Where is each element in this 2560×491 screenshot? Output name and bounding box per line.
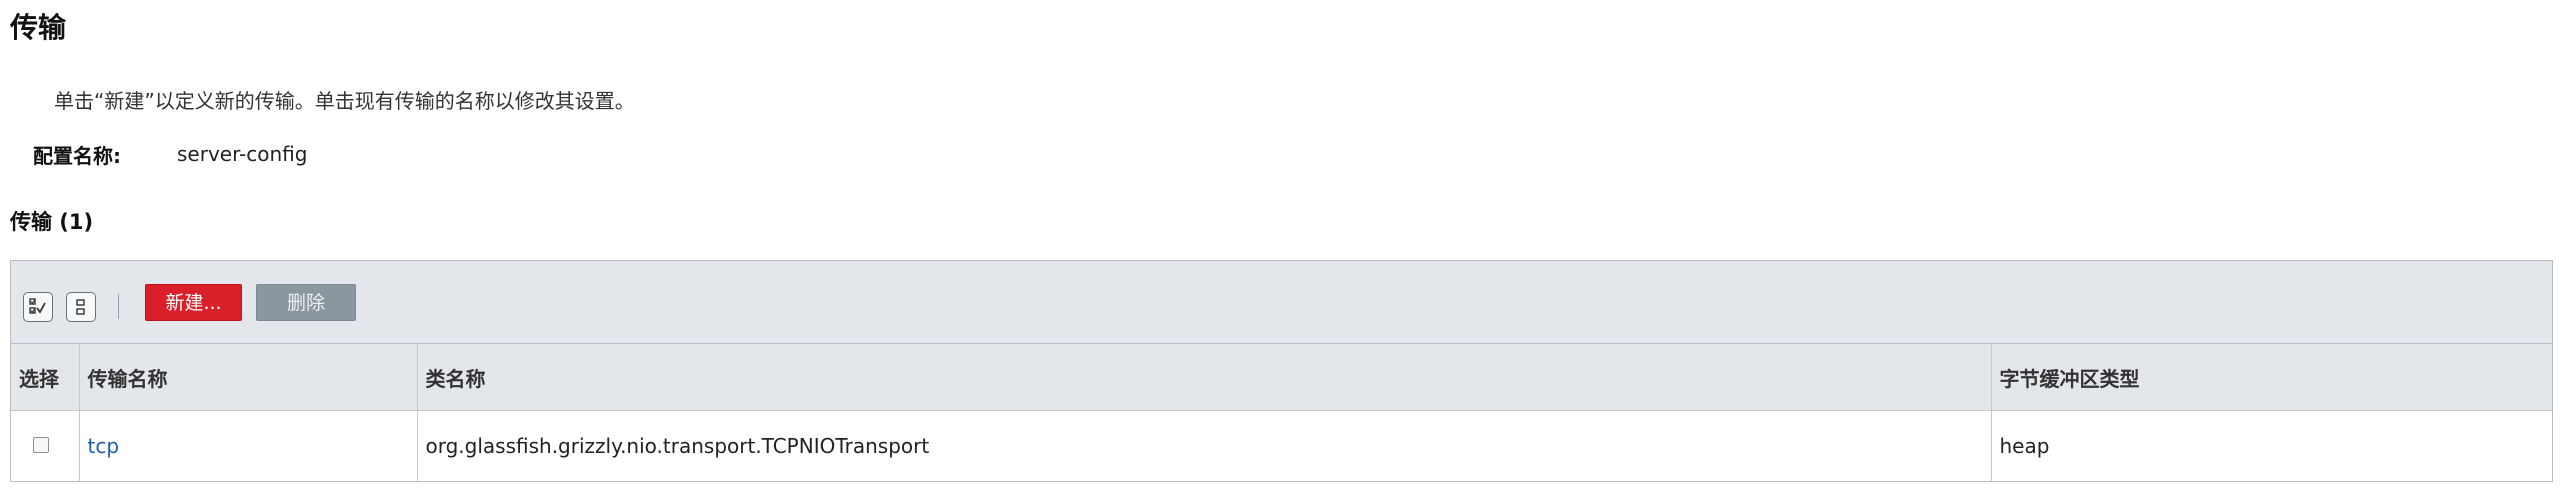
transports-table: 新建... 删除 选择 传输名称 类名称 字节缓冲区类型 tcp org.gla… [10,260,2553,482]
deselect-all-button[interactable] [66,292,96,322]
table-header-row: 选择 传输名称 类名称 字节缓冲区类型 [11,344,2552,411]
column-header-byte-buffer-type[interactable]: 字节缓冲区类型 [1991,344,2552,411]
page-title: 传输 [10,11,67,44]
delete-button[interactable]: 删除 [256,284,356,321]
row-select-checkbox[interactable] [33,437,49,453]
byte-buffer-type-cell: heap [1999,434,2050,458]
transport-name-cell: tcp [79,410,418,481]
transports-page: 传输 单击“新建”以定义新的传输。单击现有传输的名称以修改其设置。 配置名称: … [0,0,2560,491]
transports-grid: 选择 传输名称 类名称 字节缓冲区类型 tcp org.glassfish.gr… [11,344,2552,481]
row-select-cell [11,410,80,481]
config-name-value: server-config [177,142,308,166]
column-header-select[interactable]: 选择 [11,344,80,411]
transports-table-title: 传输 (1) [10,210,94,234]
table-toolbar: 新建... 删除 [11,261,2552,344]
help-text: 单击“新建”以定义新的传输。单击现有传输的名称以修改其设置。 [54,89,635,113]
select-all-icon [29,298,46,314]
config-name-row: 配置名称: server-config [33,140,307,168]
table-row: tcp org.glassfish.grizzly.nio.transport.… [11,410,2552,481]
transport-name-link[interactable]: tcp [88,434,120,458]
toolbar-separator [118,294,119,319]
column-header-class-name[interactable]: 类名称 [417,344,1992,411]
config-name-label: 配置名称: [33,143,121,168]
deselect-all-icon [76,299,85,315]
new-button[interactable]: 新建... [145,284,242,321]
select-all-button[interactable] [23,292,53,322]
class-name-cell: org.glassfish.grizzly.nio.transport.TCPN… [417,410,1992,481]
column-header-transport-name[interactable]: 传输名称 [79,344,418,411]
